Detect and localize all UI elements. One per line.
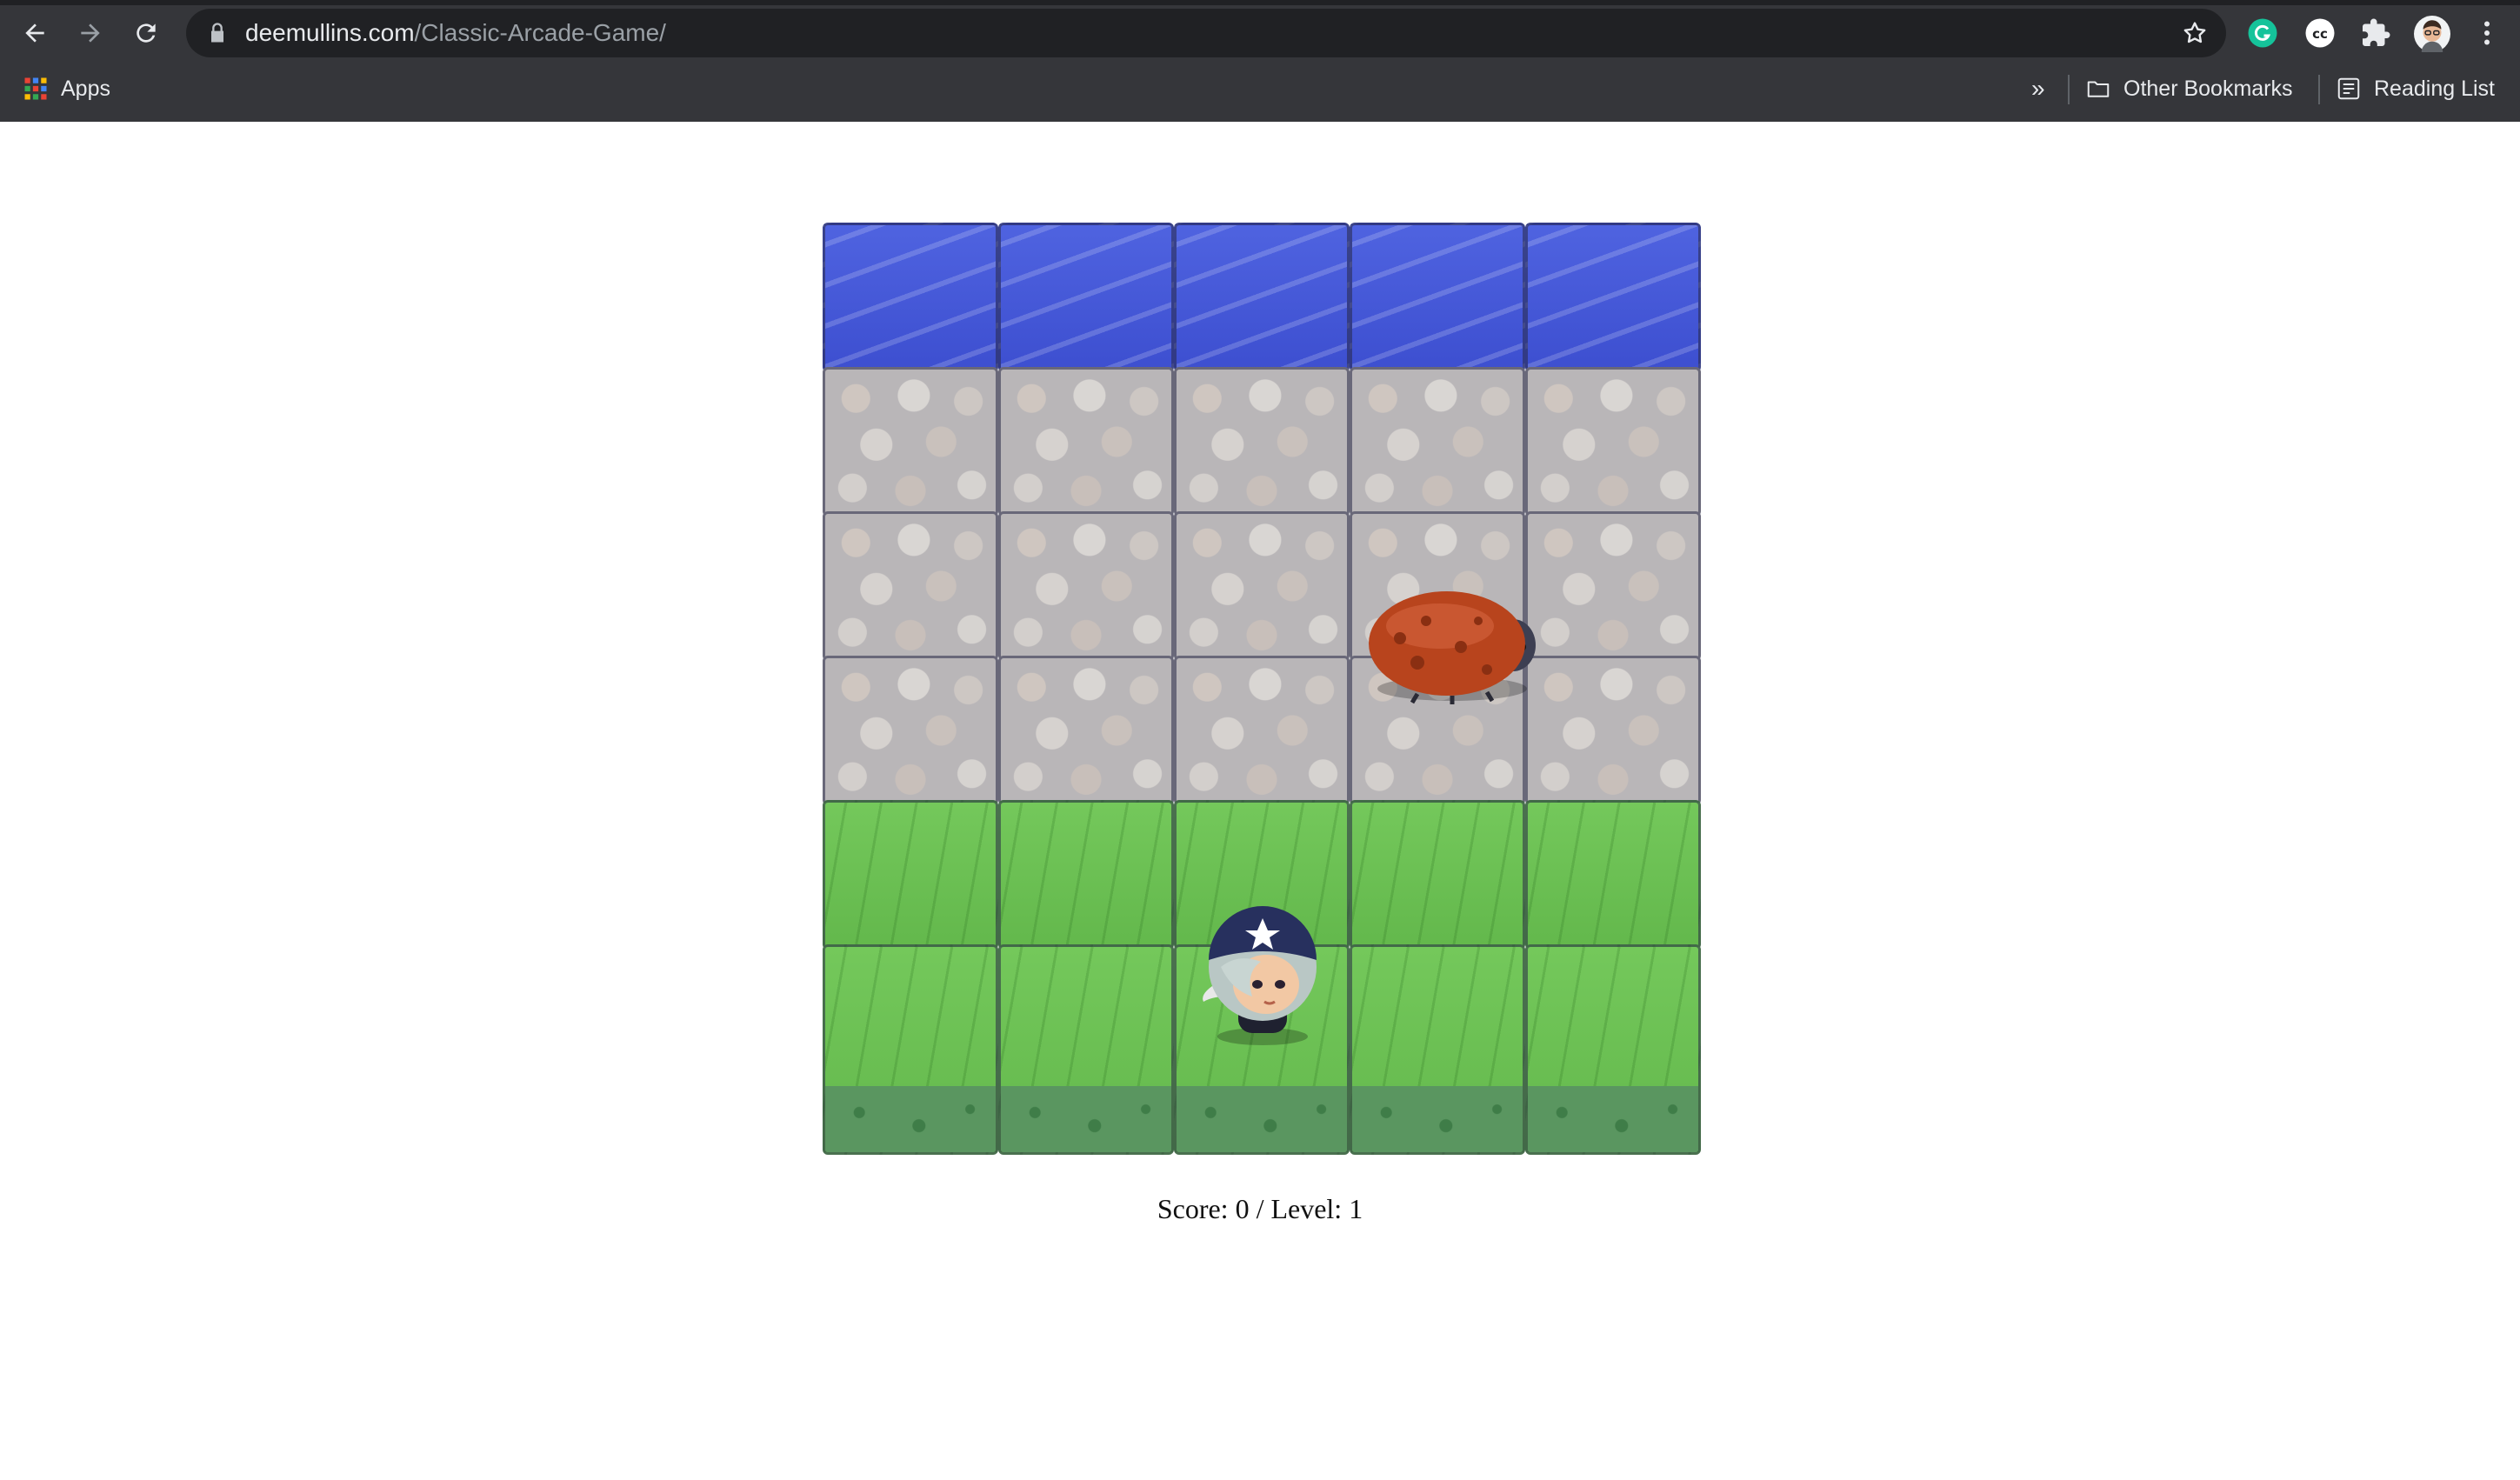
bookmarks-divider xyxy=(2068,75,2070,104)
profile-button[interactable] xyxy=(2414,16,2450,52)
stone-tile xyxy=(823,367,998,517)
stone-tile xyxy=(998,656,1174,805)
dirt-edge xyxy=(1177,1086,1347,1152)
bookmarks-bar: Apps » Other Bookmarks Reading List xyxy=(0,63,2520,117)
water-tile xyxy=(998,223,1174,372)
bookmarks-overflow-button[interactable]: » xyxy=(2031,71,2045,106)
stone-tile xyxy=(1525,367,1701,517)
grass-tile xyxy=(823,800,998,950)
other-bookmarks-label: Other Bookmarks xyxy=(2123,76,2293,101)
browser-chrome: deemullins.com/Classic-Arcade-Game/ cc A… xyxy=(0,0,2520,122)
stone-tile xyxy=(1350,367,1525,517)
grass-tile xyxy=(1350,944,1525,1155)
stone-tile xyxy=(1174,367,1350,517)
stone-tile xyxy=(1525,511,1701,661)
bookmark-apps[interactable]: Apps xyxy=(23,71,110,106)
lock-icon[interactable] xyxy=(205,21,230,45)
reading-list-icon xyxy=(2337,77,2360,100)
apps-grid-icon xyxy=(24,77,47,100)
address-bar[interactable]: deemullins.com/Classic-Arcade-Game/ xyxy=(186,9,2226,57)
browser-toolbar: deemullins.com/Classic-Arcade-Game/ cc xyxy=(0,5,2520,61)
grass-tile xyxy=(998,800,1174,950)
reload-button[interactable] xyxy=(127,14,165,52)
reading-list-button[interactable]: Reading List xyxy=(2336,71,2495,106)
stone-tile xyxy=(1525,656,1701,805)
enemy-bug xyxy=(1369,591,1536,704)
grass-tile xyxy=(823,944,998,1155)
water-tile xyxy=(823,223,998,372)
grass-tile xyxy=(1350,800,1525,950)
grammarly-extension-button[interactable] xyxy=(2247,17,2278,49)
cc-icon: cc xyxy=(2305,18,2335,48)
water-tile xyxy=(1174,223,1350,372)
other-bookmarks-folder[interactable]: Other Bookmarks xyxy=(2085,71,2293,106)
grass-tile xyxy=(1525,944,1701,1155)
back-button[interactable] xyxy=(16,14,54,52)
water-tile xyxy=(1350,223,1525,372)
dirt-edge xyxy=(1352,1086,1523,1152)
extensions-icon xyxy=(2363,18,2390,46)
star-icon[interactable] xyxy=(2181,19,2209,47)
menu-icon xyxy=(2484,21,2490,45)
bookmark-apps-label: Apps xyxy=(61,76,110,101)
stone-tile xyxy=(1174,656,1350,805)
dirt-edge xyxy=(1528,1086,1698,1152)
forward-icon xyxy=(81,23,100,43)
browser-menu-button[interactable] xyxy=(2471,17,2503,49)
cc-extension-button[interactable]: cc xyxy=(2304,17,2336,49)
water-tile xyxy=(1525,223,1701,372)
dirt-edge xyxy=(1001,1086,1171,1152)
dirt-edge xyxy=(825,1086,996,1152)
extensions-button[interactable] xyxy=(2360,17,2391,49)
folder-icon xyxy=(2087,81,2110,97)
stone-tile xyxy=(998,511,1174,661)
stone-tile xyxy=(823,511,998,661)
grass-tile xyxy=(1525,800,1701,950)
profile-avatar-icon xyxy=(2414,16,2450,52)
url-text[interactable]: deemullins.com/Classic-Arcade-Game/ xyxy=(245,19,666,47)
svg-text:cc: cc xyxy=(2312,26,2328,42)
stone-tile xyxy=(823,656,998,805)
stone-tile xyxy=(998,367,1174,517)
player-character xyxy=(1203,906,1317,1045)
stone-tile xyxy=(1174,511,1350,661)
back-icon xyxy=(25,23,44,43)
reading-list-label: Reading List xyxy=(2374,76,2495,101)
url-path: /Classic-Arcade-Game/ xyxy=(414,19,666,46)
reload-icon xyxy=(137,23,156,43)
grass-tile xyxy=(998,944,1174,1155)
url-domain: deemullins.com xyxy=(245,19,415,46)
grammarly-icon xyxy=(2248,18,2277,48)
forward-button[interactable] xyxy=(71,14,110,52)
bookmarks-divider xyxy=(2318,75,2320,104)
game-canvas[interactable] xyxy=(823,223,1701,1155)
score-level-text: Score: 0 / Level: 1 xyxy=(1157,1193,1363,1224)
